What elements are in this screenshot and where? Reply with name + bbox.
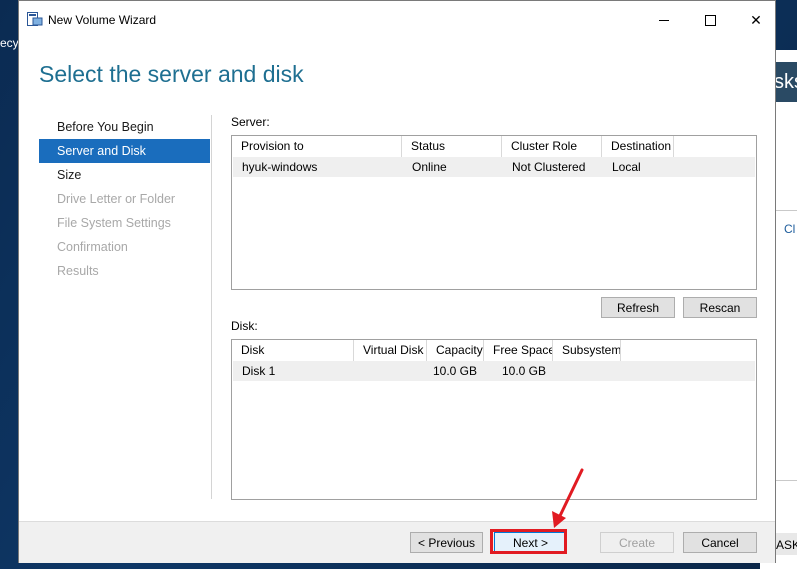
maximize-button[interactable] [687, 1, 733, 39]
nav-divider [211, 115, 212, 499]
column-header-status[interactable]: Status [402, 136, 502, 157]
wizard-steps-nav: Before You Begin Server and Disk Size Dr… [39, 115, 210, 283]
column-header-cluster-role[interactable]: Cluster Role [502, 136, 602, 157]
disk-free-space-cell: 10.0 GB [501, 364, 546, 378]
column-header-disk[interactable]: Disk [232, 340, 354, 361]
page-title: Select the server and disk [39, 61, 304, 87]
column-header-virtual-disk[interactable]: Virtual Disk [354, 340, 427, 361]
nav-step-size[interactable]: Size [39, 163, 210, 187]
server-list-header: Provision to Status Cluster Role Destina… [232, 136, 674, 157]
nav-step-drive-letter: Drive Letter or Folder [57, 192, 176, 206]
cancel-button[interactable]: Cancel [683, 532, 757, 553]
disk-subsystem-cell [554, 361, 622, 381]
title-bar[interactable]: New Volume Wizard ✕ [19, 1, 775, 39]
table-row[interactable]: hyuk-windows Online Not Clustered Local [233, 157, 755, 177]
next-button-highlight-box [490, 529, 567, 554]
nav-step-server-and-disk[interactable]: Server and Disk [39, 139, 210, 163]
server-name-cell: hyuk-windows [242, 160, 318, 174]
nav-step-results: Results [57, 264, 99, 278]
refresh-button[interactable]: Refresh [601, 297, 675, 318]
server-label: Server: [231, 115, 270, 129]
close-icon: ✕ [750, 11, 762, 28]
disk-list-header: Disk Virtual Disk Capacity Free Space Su… [232, 340, 621, 361]
disk-volume-icon [27, 12, 43, 26]
column-header-subsystem[interactable]: Subsystem [553, 340, 621, 361]
column-header-free-space[interactable]: Free Space [484, 340, 553, 361]
nav-step-before-you-begin[interactable]: Before You Begin [39, 115, 210, 139]
server-status-cell: Online [412, 160, 447, 174]
background-divider [776, 480, 797, 481]
create-button: Create [600, 532, 674, 553]
maximize-icon [704, 14, 716, 26]
server-list[interactable]: Provision to Status Cluster Role Destina… [231, 135, 757, 290]
nav-step-file-system: File System Settings [57, 216, 171, 230]
background-divider [776, 210, 797, 211]
minimize-button[interactable] [641, 1, 687, 39]
disk-virtual-cell [355, 361, 428, 381]
disk-label: Disk: [231, 319, 258, 333]
rescan-button[interactable]: Rescan [683, 297, 757, 318]
column-header-provision-to[interactable]: Provision to [232, 136, 402, 157]
previous-button[interactable]: < Previous [410, 532, 483, 553]
disk-name-cell: Disk 1 [242, 364, 276, 378]
minimize-icon [659, 19, 669, 21]
server-cluster-role-cell: Not Clustered [512, 160, 586, 174]
server-destination-cell: Local [612, 160, 641, 174]
column-header-capacity[interactable]: Capacity [427, 340, 484, 361]
table-row[interactable]: Disk 1 10.0 GB 10.0 GB [233, 361, 755, 381]
disk-list[interactable]: Disk Virtual Disk Capacity Free Space Su… [231, 339, 757, 500]
pointer-arrow-icon [552, 468, 584, 528]
background-link[interactable]: Cl [784, 222, 795, 236]
disk-capacity-cell: 10.0 GB [432, 364, 477, 378]
nav-step-confirmation: Confirmation [57, 240, 128, 254]
column-header-destination[interactable]: Destination [602, 136, 674, 157]
new-volume-wizard-window: New Volume Wizard ✕ Select the server an… [18, 0, 776, 563]
window-title: New Volume Wizard [48, 13, 157, 27]
background-task-label[interactable]: ASK [776, 538, 797, 552]
close-button[interactable]: ✕ [733, 1, 779, 39]
